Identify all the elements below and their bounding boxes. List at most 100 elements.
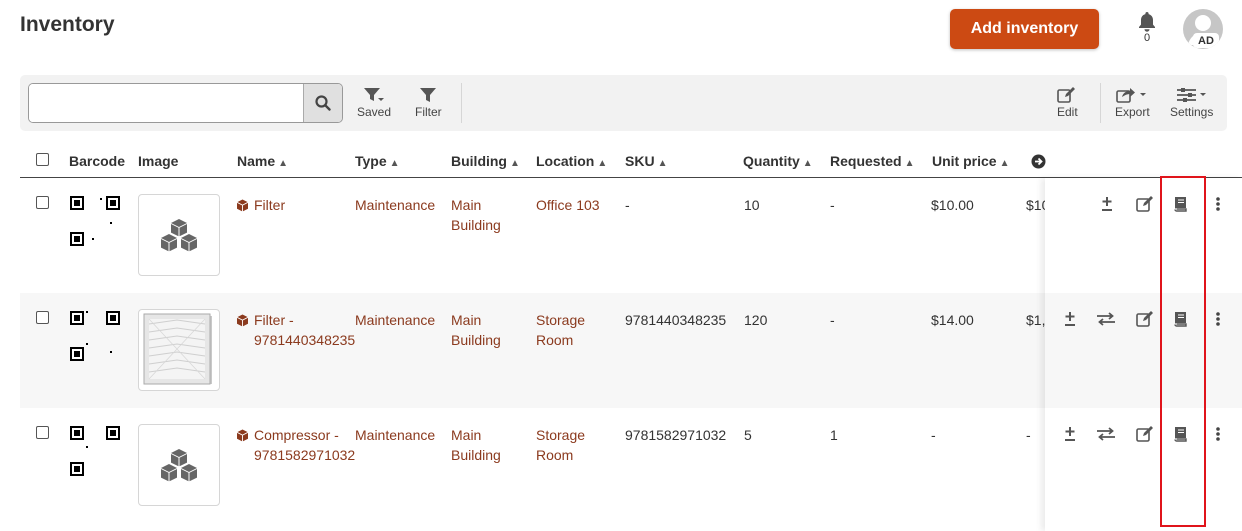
item-image[interactable] — [138, 194, 220, 276]
settings-button[interactable]: Settings — [1170, 87, 1213, 119]
transfer-arrows-icon — [1097, 312, 1115, 326]
item-location[interactable]: Office 103 — [536, 195, 606, 215]
barcode-qr-icon — [70, 426, 120, 476]
search-button[interactable] — [303, 84, 342, 122]
column-header-type[interactable]: Type ▲︎ — [355, 153, 400, 169]
scroll-right-icon[interactable] — [1031, 154, 1046, 169]
item-image[interactable] — [138, 309, 220, 391]
item-location[interactable]: Storage Room — [536, 310, 606, 350]
kebab-icon — [1216, 197, 1220, 211]
item-name-link[interactable]: Filter - 9781440348235 — [236, 310, 355, 350]
item-unit-price: $14.00 — [931, 312, 974, 328]
page-header: Inventory Add inventory 0 AD — [0, 0, 1242, 60]
filter-label: Filter — [415, 105, 442, 119]
edit-icon — [1136, 196, 1153, 212]
item-name-link[interactable]: Compressor - 9781582971032 — [236, 425, 355, 465]
item-total-value: $1, — [1026, 312, 1046, 328]
search-input[interactable] — [29, 84, 303, 122]
edit-row-button[interactable] — [1135, 194, 1155, 214]
transfer-button[interactable] — [1096, 424, 1116, 444]
sort-icon: ▲︎ — [510, 158, 520, 169]
add-inventory-button[interactable]: Add inventory — [950, 9, 1099, 49]
item-unit-price: - — [931, 427, 936, 443]
column-header-location[interactable]: Location ▲︎ — [536, 153, 607, 169]
item-building[interactable]: Main Building — [451, 195, 511, 235]
item-icon — [236, 429, 249, 442]
boxes-placeholder-icon — [161, 449, 197, 482]
export-label: Export — [1115, 105, 1150, 119]
item-type[interactable]: Maintenance — [355, 310, 445, 330]
item-icon — [236, 314, 249, 327]
transfer-button[interactable] — [1096, 309, 1116, 329]
kebab-icon — [1216, 312, 1220, 326]
column-header-quantity[interactable]: Quantity ▲︎ — [743, 153, 813, 169]
item-sku: 9781440348235 — [625, 312, 727, 328]
avatar-initials: AD — [1193, 33, 1219, 48]
barcode-qr-icon — [70, 196, 120, 246]
bell-icon — [1139, 12, 1155, 32]
edit-row-button[interactable] — [1135, 309, 1155, 329]
more-options-button[interactable] — [1208, 309, 1228, 329]
item-building[interactable]: Main Building — [451, 310, 511, 350]
avatar[interactable]: AD — [1183, 9, 1223, 49]
saved-label: Saved — [357, 105, 392, 119]
column-header-image: Image — [138, 153, 179, 169]
column-header-sku[interactable]: SKU ▲︎ — [625, 153, 667, 169]
edit-icon — [1136, 311, 1153, 327]
item-requested: - — [830, 197, 835, 213]
row-checkbox[interactable] — [36, 426, 49, 439]
row-actions — [1045, 178, 1242, 293]
column-header-building[interactable]: Building ▲︎ — [451, 153, 520, 169]
item-sku: - — [625, 197, 630, 213]
sort-icon: ▲︎ — [657, 158, 668, 169]
notification-count: 0 — [1143, 32, 1151, 44]
highlight-box — [1160, 176, 1206, 527]
item-sku: 9781582971032 — [625, 427, 727, 443]
edit-label: Edit — [1057, 105, 1078, 119]
row-checkbox[interactable] — [36, 311, 49, 324]
item-name-link[interactable]: Filter — [236, 195, 348, 215]
item-type[interactable]: Maintenance — [355, 195, 445, 215]
column-header-unit-price[interactable]: Unit price ▲︎ — [932, 153, 1009, 169]
item-quantity: 10 — [744, 197, 760, 213]
item-requested: 1 — [830, 427, 838, 443]
toolbar: Saved Filter Edit Export Settings — [20, 75, 1227, 131]
filter-button[interactable]: Filter — [415, 87, 442, 119]
item-building[interactable]: Main Building — [451, 425, 511, 465]
transfer-arrows-icon — [1097, 427, 1115, 441]
adjust-quantity-button[interactable] — [1060, 424, 1080, 444]
item-total-value: - — [1026, 427, 1031, 443]
plus-minus-icon — [1065, 427, 1075, 441]
item-quantity: 120 — [744, 312, 768, 328]
column-header-requested[interactable]: Requested ▲︎ — [830, 153, 914, 169]
sort-icon: ▲︎ — [278, 158, 289, 169]
sliders-icon — [1176, 88, 1206, 102]
item-type[interactable]: Maintenance — [355, 425, 445, 445]
column-header-barcode: Barcode — [69, 153, 126, 169]
item-quantity: 5 — [744, 427, 752, 443]
search-box — [28, 83, 343, 123]
saved-filter-icon — [364, 88, 385, 101]
notifications-button[interactable]: 0 — [1135, 11, 1159, 47]
export-button[interactable]: Export — [1115, 87, 1150, 119]
air-filter-image — [143, 313, 212, 385]
edit-button[interactable]: Edit — [1057, 87, 1078, 119]
item-image[interactable] — [138, 424, 220, 506]
edit-row-button[interactable] — [1135, 424, 1155, 444]
adjust-quantity-button[interactable] — [1097, 194, 1117, 214]
adjust-quantity-button[interactable] — [1060, 309, 1080, 329]
row-checkbox[interactable] — [36, 196, 49, 209]
more-options-button[interactable] — [1208, 194, 1228, 214]
item-requested: - — [830, 312, 835, 328]
toolbar-divider — [461, 83, 462, 123]
saved-filters-button[interactable]: Saved — [357, 87, 391, 119]
filter-icon — [420, 88, 437, 102]
select-all-checkbox[interactable] — [36, 153, 49, 166]
row-actions-panel — [1045, 178, 1242, 531]
edit-icon — [1136, 426, 1153, 442]
column-header-name[interactable]: Name ▲︎ — [237, 153, 288, 169]
more-options-button[interactable] — [1208, 424, 1228, 444]
item-location[interactable]: Storage Room — [536, 425, 606, 465]
share-icon — [1116, 88, 1147, 103]
item-icon — [236, 199, 249, 212]
